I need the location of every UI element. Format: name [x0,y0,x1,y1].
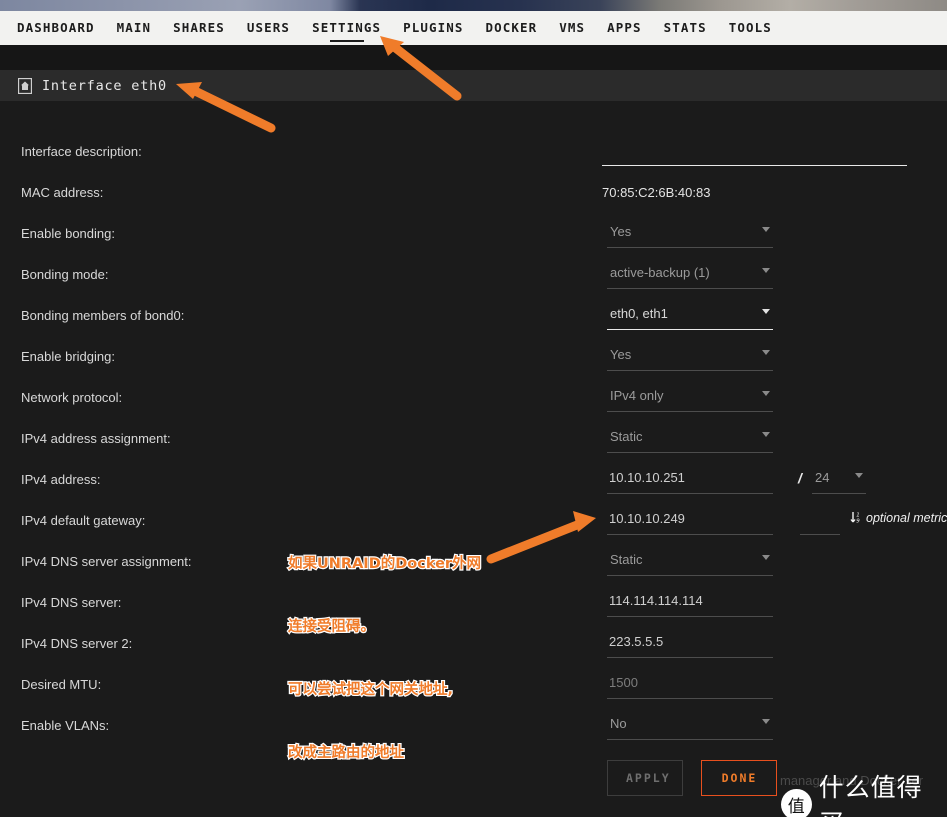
label-bonding-mode: Bonding mode: [21,267,109,282]
enable-vlans-select[interactable]: No [607,712,773,740]
ipv4-dns-assignment-select[interactable]: Static [607,548,773,576]
watermark-logo-icon: 值 [781,788,812,817]
label-ipv4-gateway: IPv4 default gateway: [21,513,146,528]
chevron-down-icon [855,473,863,478]
nav-item-shares[interactable]: SHARES [162,11,236,45]
nav-item-main[interactable]: MAIN [106,11,163,45]
chevron-down-icon [762,268,770,273]
panel-title-text: Interface eth0 [42,77,167,94]
nav-item-apps[interactable]: APPS [596,11,653,45]
nav-spacer [0,45,947,70]
cidr-separator: / [798,470,802,486]
ipv4-dns-1-input[interactable] [607,589,773,617]
nav-item-docker[interactable]: DOCKER [474,11,548,45]
label-ipv4-dns-1: IPv4 DNS server: [21,595,122,610]
ipv4-assignment-select[interactable]: Static [607,425,773,453]
ipv4-address-input[interactable] [607,466,773,494]
interface-description-input[interactable] [602,138,907,166]
ipv4-cidr-value: 24 [815,470,830,485]
network-interface-icon [18,77,32,94]
ipv4-gateway-input[interactable] [607,507,773,535]
chevron-down-icon [762,719,770,724]
ipv4-assignment-value: Static [610,429,643,444]
label-ipv4-dns-2: IPv4 DNS server 2: [21,636,133,651]
bonding-members-select[interactable]: eth0, eth1 [607,302,773,330]
done-button[interactable]: DONE [701,760,778,796]
bonding-mode-select[interactable]: active-backup (1) [607,261,773,289]
row-mac-address: MAC address: 70:85:C2:6B:40:83 [0,183,947,225]
chevron-down-icon [762,432,770,437]
bonding-members-value: eth0, eth1 [610,306,668,321]
nav-item-users[interactable]: USERS [236,11,301,45]
chevron-down-icon [762,227,770,232]
enable-vlans-value: No [610,716,627,731]
row-bonding-mode: Bonding mode: active-backup (1) [0,265,947,307]
label-enable-bonding: Enable bonding: [21,226,115,241]
row-interface-description: Interface description: [0,138,947,184]
enable-bonding-value: Yes [610,224,632,239]
label-bonding-members: Bonding members of bond0: [21,308,185,323]
watermark-text: 什么值得买 [818,773,923,817]
metric-hint-text: optional metric [866,511,947,525]
network-protocol-value: IPv4 only [610,388,664,403]
label-interface-description: Interface description: [21,144,142,159]
chevron-down-icon [762,391,770,396]
form-actions: APPLY DONE [607,760,778,796]
ipv4-gateway-metric-input[interactable] [800,507,840,535]
nav-item-vms[interactable]: VMS [548,11,596,45]
unraid-network-settings-page: DASHBOARD MAIN SHARES USERS SETTINGS PLU… [0,0,947,817]
enable-bridging-value: Yes [610,347,632,362]
annotation-line-2: 连接受阻碍。 [287,618,376,636]
annotation-line-1: 如果UNRAID的Docker外网 [287,555,482,573]
row-ipv4-address: IPv4 address: / 24 [0,466,947,512]
ipv4-dns-assignment-value: Static [610,552,643,567]
desired-mtu-input[interactable] [607,671,773,699]
nav-item-stats[interactable]: STATS [653,11,718,45]
chevron-down-icon [762,555,770,560]
main-navigation[interactable]: DASHBOARD MAIN SHARES USERS SETTINGS PLU… [0,11,947,45]
apply-button[interactable]: APPLY [607,760,683,796]
sort-numeric-icon: 1 9 [850,511,862,527]
svg-text:9: 9 [856,519,860,524]
label-desired-mtu: Desired MTU: [21,677,102,692]
watermark: 值 什么值得买 [781,768,947,817]
enable-bonding-select[interactable]: Yes [607,220,773,248]
row-network-protocol: Network protocol: IPv4 only [0,388,947,430]
label-enable-vlans: Enable VLANs: [21,718,110,733]
enable-bridging-select[interactable]: Yes [607,343,773,371]
row-enable-bonding: Enable bonding: Yes [0,224,947,266]
row-ipv4-assignment: IPv4 address assignment: Static [0,429,947,471]
chevron-down-icon [762,309,770,314]
nav-item-settings[interactable]: SETTINGS [301,11,392,45]
label-ipv4-address: IPv4 address: [21,472,101,487]
nav-item-tools[interactable]: TOOLS [718,11,783,45]
nav-item-dashboard[interactable]: DASHBOARD [6,11,106,45]
label-ipv4-assignment: IPv4 address assignment: [21,431,171,446]
label-mac-address: MAC address: [21,185,104,200]
mac-address-value: 70:85:C2:6B:40:83 [602,185,711,200]
metric-hint: 1 9 optional metric [850,511,947,527]
label-enable-bridging: Enable bridging: [21,349,115,364]
network-protocol-select[interactable]: IPv4 only [607,384,773,412]
header-banner-image [0,0,947,11]
chevron-down-icon [762,350,770,355]
ipv4-cidr-select[interactable]: 24 [812,466,866,494]
nav-item-plugins[interactable]: PLUGINS [392,11,474,45]
label-network-protocol: Network protocol: [21,390,123,405]
ipv4-dns-2-input[interactable] [607,630,773,658]
label-ipv4-dns-assignment: IPv4 DNS server assignment: [21,554,192,569]
annotation-note: 如果UNRAID的Docker外网 连接受阻碍。 可以尝试把这个网关地址, 改成… [287,512,482,806]
annotation-line-3: 可以尝试把这个网关地址, [287,681,454,699]
bonding-mode-value: active-backup (1) [610,265,710,280]
row-bonding-members: Bonding members of bond0: eth0, eth1 [0,306,947,348]
annotation-line-4: 改成主路由的地址 [287,744,405,762]
row-enable-bridging: Enable bridging: Yes [0,347,947,389]
panel-header: Interface eth0 [0,70,947,101]
